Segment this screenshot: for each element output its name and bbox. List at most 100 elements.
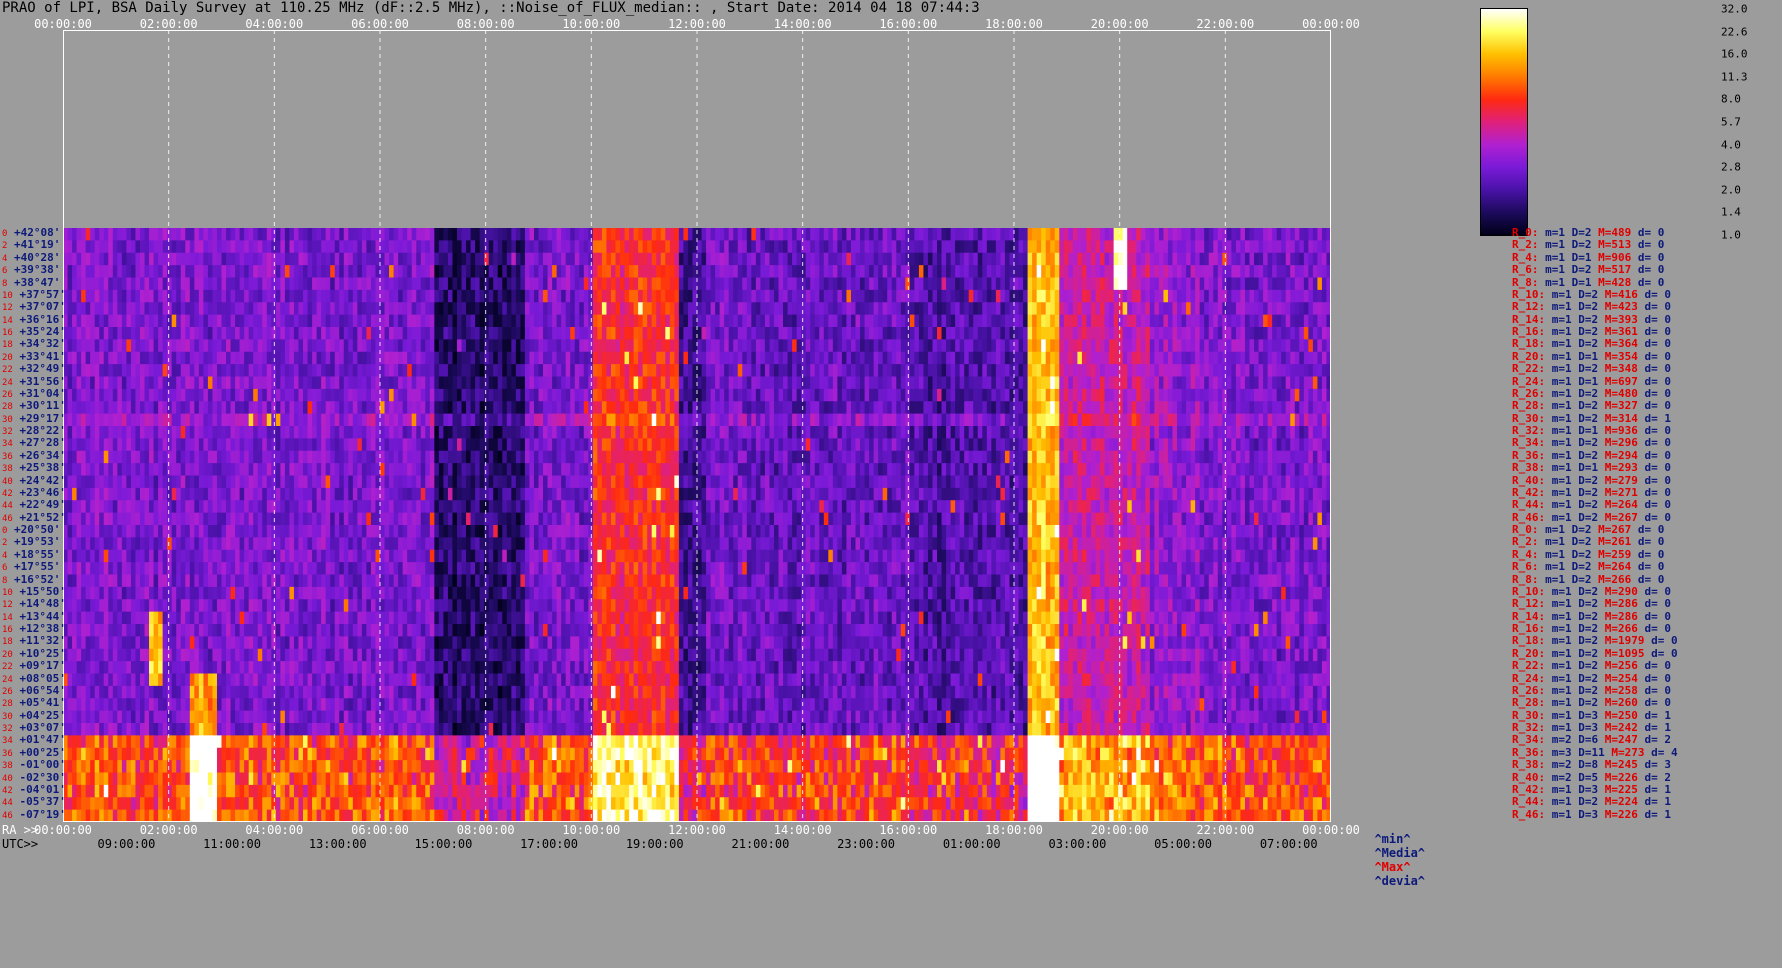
heatmap-cell [1118, 388, 1124, 402]
heatmap-cell [330, 314, 336, 328]
heatmap-cell [293, 438, 300, 452]
heatmap-cell [792, 388, 798, 402]
heatmap-cell [438, 314, 444, 328]
heatmap-cell [1045, 252, 1051, 266]
heatmap-cell [1258, 289, 1264, 303]
heatmap-cell [1317, 351, 1323, 365]
heatmap-cell [533, 228, 540, 241]
heatmap-cell [1163, 339, 1169, 353]
heatmap-cell [266, 339, 272, 353]
heatmap-cell [511, 339, 517, 353]
heatmap-cell [493, 228, 499, 241]
heatmap-cell [615, 327, 621, 340]
heatmap-cell [321, 240, 327, 254]
heatmap-cell [778, 376, 784, 390]
heatmap-cell [506, 339, 512, 353]
heatmap-cell [167, 289, 173, 303]
heatmap-cell [389, 426, 395, 439]
heatmap-cell [1045, 289, 1051, 303]
heatmap-cell [81, 413, 87, 427]
heatmap-cell [280, 438, 286, 452]
heatmap-cell [887, 351, 893, 365]
heatmap-cell [973, 228, 979, 241]
heatmap-cell [724, 388, 730, 402]
heatmap-cell [556, 277, 562, 291]
heatmap-cell [198, 289, 204, 303]
heatmap-cell [158, 314, 164, 328]
heatmap-cell [918, 289, 925, 303]
heatmap-cell [1090, 339, 1097, 353]
heatmap-cell [380, 376, 386, 390]
heatmap-cell [932, 364, 938, 378]
heatmap-cell [108, 413, 114, 427]
heatmap-cell [212, 289, 218, 303]
heatmap-cell [1086, 252, 1092, 266]
heatmap-cell [1104, 413, 1110, 427]
heatmap-cell [1014, 351, 1020, 365]
heatmap-cell [1000, 438, 1006, 452]
heatmap-cell [973, 413, 979, 427]
heatmap-cell [547, 339, 553, 353]
heatmap-cell [538, 252, 544, 266]
heatmap-cell [506, 388, 512, 402]
heatmap-cell [606, 401, 612, 415]
heatmap-cell [570, 240, 576, 254]
heatmap-cell [710, 413, 716, 427]
heatmap-cell [751, 252, 757, 266]
heatmap-cell [529, 289, 535, 303]
heatmap-cell [167, 364, 173, 378]
heatmap-cell [275, 265, 281, 279]
heatmap-cell [298, 401, 304, 415]
heatmap-cell [805, 376, 811, 390]
heatmap-cell [1100, 277, 1106, 291]
heatmap-cell [402, 277, 408, 291]
heatmap-cell [932, 426, 938, 439]
heatmap-cell [950, 388, 956, 402]
heatmap-cell [755, 426, 761, 439]
heatmap-cell [710, 351, 716, 365]
heatmap-cell [796, 277, 802, 291]
heatmap-cell [819, 327, 825, 340]
heatmap-cell [624, 327, 630, 340]
heatmap-cell [918, 339, 925, 353]
heatmap-cell [737, 388, 743, 402]
heatmap-cell [520, 413, 526, 427]
heatmap-cell [561, 327, 567, 340]
heatmap-cell [1018, 364, 1024, 378]
heatmap-cell [678, 351, 685, 365]
heatmap-cell [180, 364, 186, 378]
heatmap-cell [832, 401, 838, 415]
heatmap-cell [660, 426, 666, 439]
heatmap-cell [669, 302, 675, 316]
heatmap-cell [167, 438, 173, 452]
heatmap-cell [1167, 401, 1174, 415]
heatmap-cell [303, 364, 309, 378]
heatmap-cell [715, 376, 721, 390]
heatmap-cell [1303, 277, 1309, 291]
heatmap-cell [642, 289, 648, 303]
heatmap-cell [624, 426, 630, 439]
heatmap-cell [402, 228, 408, 241]
heatmap-cell [452, 388, 458, 402]
heatmap-cell [543, 240, 549, 254]
heatmap-cell [1036, 277, 1042, 291]
heatmap-cell [1145, 426, 1151, 439]
heatmap-cell [755, 388, 761, 402]
heatmap-cell [411, 314, 417, 328]
heatmap-cell [900, 438, 906, 452]
heatmap-cell [185, 265, 191, 279]
heatmap-cell [977, 314, 983, 328]
heatmap-cell [538, 388, 544, 402]
heatmap-cell [1004, 327, 1011, 340]
heatmap-cell [1068, 388, 1074, 402]
heatmap-cell [1299, 413, 1305, 427]
heatmap-cell [515, 327, 521, 340]
heatmap-cell [706, 277, 712, 291]
heatmap-cell [99, 302, 105, 316]
heatmap-cell [416, 401, 422, 415]
heatmap-cell [869, 413, 875, 427]
heatmap-cell [964, 339, 970, 353]
heatmap-cell [407, 376, 413, 390]
heatmap-cell [1086, 413, 1092, 427]
heatmap-cell [1081, 240, 1088, 254]
